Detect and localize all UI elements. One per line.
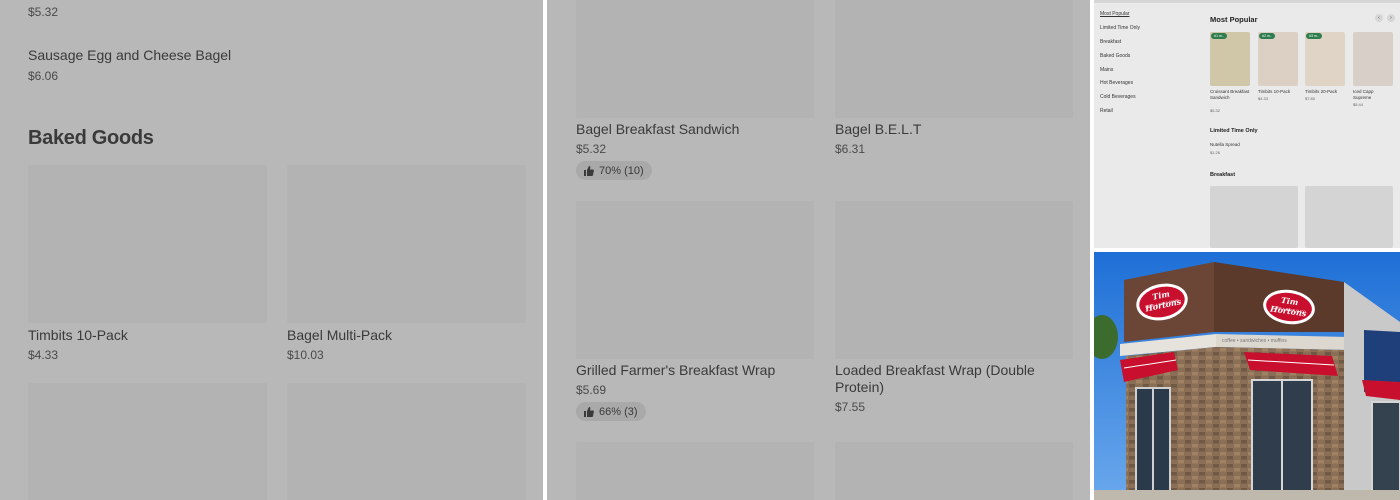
- nav-item-cold-beverages[interactable]: Cold Beverages: [1100, 94, 1136, 100]
- carousel-prev-button[interactable]: ‹: [1375, 14, 1383, 22]
- section-title-most-popular: Most Popular: [1210, 15, 1258, 24]
- rank-badge: #1 m..: [1211, 33, 1227, 39]
- item-image-placeholder[interactable]: [576, 442, 814, 500]
- top-bar: [1094, 0, 1400, 3]
- nav-item-limited-time-only[interactable]: Limited Time Only: [1100, 25, 1140, 31]
- item-image-placeholder[interactable]: [1305, 186, 1393, 248]
- item-name: Croissant Breakfast Sandwich: [1210, 89, 1250, 100]
- item-price: $5.32: [1210, 108, 1221, 113]
- item-image-placeholder[interactable]: [1210, 186, 1298, 248]
- rating-badge: 66% (3): [576, 402, 646, 421]
- item-price: $5.69: [576, 383, 607, 397]
- iced-capp-image[interactable]: [1353, 32, 1393, 86]
- item-image-placeholder: [835, 201, 1073, 359]
- nav-item-retail[interactable]: Retail: [1100, 108, 1113, 114]
- menu-panel-left: $5.32 Sausage Egg and Cheese Bagel $6.06…: [0, 0, 543, 500]
- storefront-photo: Tim Hortons CAFE & BAKE SHOP Tim Hortons…: [1094, 252, 1400, 500]
- item-name: Timbits 20-Pack: [1305, 89, 1338, 94]
- item-name: Bagel Breakfast Sandwich: [576, 121, 740, 137]
- item-price: $10.03: [287, 348, 324, 362]
- item-name: Sausage Egg and Cheese Bagel: [28, 47, 232, 63]
- nav-item-mains[interactable]: Mains: [1100, 67, 1113, 73]
- rank-badge: #3 m..: [1306, 33, 1322, 39]
- item-price: $4.33: [1258, 96, 1269, 101]
- item-image-placeholder: [576, 201, 814, 359]
- rating-badge: 70% (10): [576, 161, 652, 180]
- thumbs-up-icon: [584, 165, 594, 176]
- item-price: $5.32: [28, 5, 59, 19]
- item-image-placeholder[interactable]: [287, 383, 526, 500]
- item-price: $4.33: [28, 348, 59, 362]
- timbits-10-image[interactable]: [1258, 32, 1298, 86]
- croissant-sandwich-image[interactable]: [1210, 32, 1250, 86]
- facade-band-text: coffee • sandwiches • muffins: [1222, 338, 1287, 344]
- rating-text: 66% (3): [599, 405, 638, 418]
- item-name: Timbits 10-Pack: [28, 327, 128, 343]
- item-price: $6.31: [835, 142, 866, 156]
- rank-badge: #2 m..: [1259, 33, 1275, 39]
- item-image-placeholder: [287, 165, 526, 323]
- carousel-next-button[interactable]: ›: [1387, 14, 1395, 22]
- item-name: Bagel B.E.L.T: [835, 121, 922, 137]
- timbits-20-image[interactable]: [1305, 32, 1345, 86]
- item-name: Iced Capp Supreme: [1353, 89, 1374, 100]
- section-title-baked-goods: Baked Goods: [28, 127, 154, 149]
- item-price: $6.06: [28, 69, 59, 83]
- item-image-placeholder: [835, 0, 1073, 118]
- nav-item-hot-beverages[interactable]: Hot Beverages: [1100, 80, 1133, 86]
- nav-item-baked-goods[interactable]: Baked Goods: [1100, 53, 1130, 59]
- menu-preview-thumbnail: Most Popular Limited Time Only Breakfast…: [1094, 0, 1400, 248]
- nav-item-breakfast[interactable]: Breakfast: [1100, 39, 1121, 45]
- item-price: $7.80: [1305, 96, 1316, 101]
- item-name: Loaded Breakfast Wrap (Double Protein): [835, 362, 1035, 395]
- menu-panel-middle: Bagel Breakfast Sandwich $5.32 70% (10) …: [547, 0, 1090, 500]
- item-price: $7.55: [835, 400, 866, 414]
- item-image-placeholder: [576, 0, 814, 118]
- item-image-placeholder[interactable]: [28, 383, 267, 500]
- storefront-illustration: [1094, 252, 1400, 500]
- item-name: Bagel Multi-Pack: [287, 327, 393, 343]
- item-price: $5.44: [1353, 102, 1364, 107]
- section-title-limited-time-only: Limited Time Only: [1210, 128, 1258, 134]
- item-name[interactable]: Nutella Spread: [1210, 142, 1240, 148]
- item-price: $5.32: [576, 142, 607, 156]
- item-image-placeholder: [28, 165, 267, 323]
- rating-text: 70% (10): [599, 164, 644, 177]
- thumbs-up-icon: [584, 406, 594, 417]
- item-image-placeholder[interactable]: [835, 442, 1073, 500]
- item-price: $1.26: [1210, 150, 1221, 155]
- item-name: Grilled Farmer's Breakfast Wrap: [576, 362, 776, 378]
- nav-item-most-popular[interactable]: Most Popular: [1100, 11, 1129, 17]
- item-name: Timbits 10-Pack: [1258, 89, 1291, 94]
- section-title-breakfast: Breakfast: [1210, 172, 1236, 178]
